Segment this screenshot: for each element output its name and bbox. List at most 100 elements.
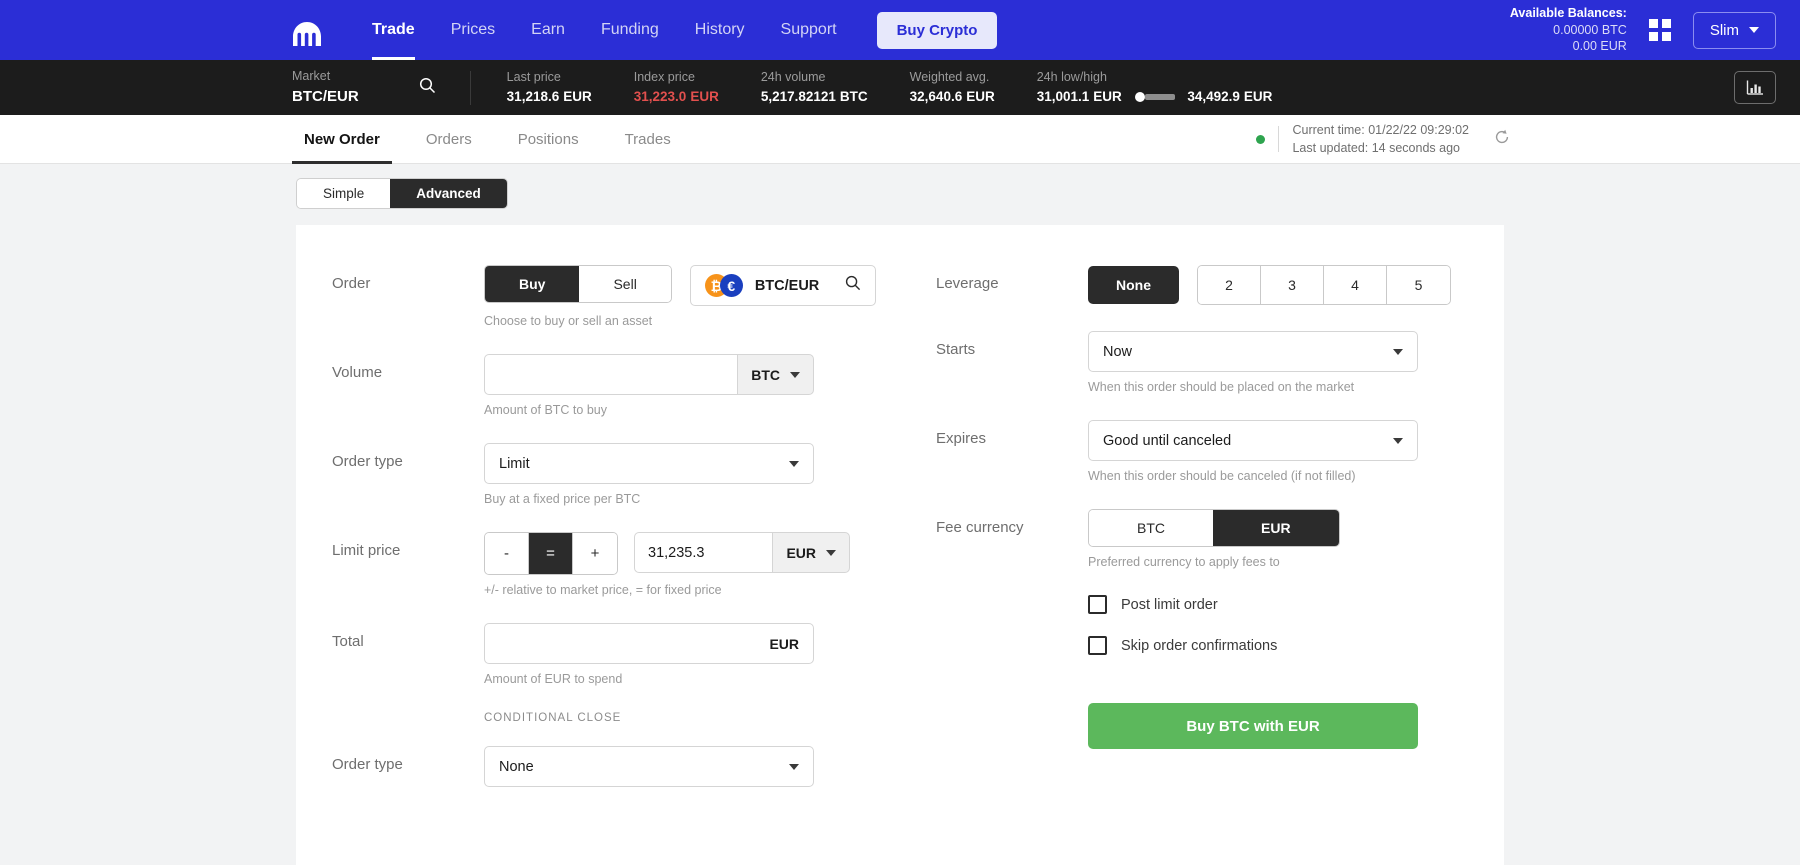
- fee-currency-eur-button[interactable]: EUR: [1213, 510, 1339, 546]
- range-track: [1144, 94, 1175, 101]
- market-label: Market: [292, 68, 331, 83]
- tab-positions[interactable]: Positions: [506, 115, 591, 164]
- apps-grid-icon[interactable]: [1648, 19, 1671, 41]
- status-divider: [1278, 126, 1280, 152]
- stat-weighted-avg-number: 32,640.6: [909, 88, 963, 104]
- starts-value: Now: [1103, 343, 1133, 360]
- leverage-row: Leverage None 2 3 4 5: [936, 265, 1468, 305]
- total-hint: Amount of EUR to spend: [484, 672, 623, 686]
- leverage-option-5[interactable]: 5: [1387, 266, 1450, 304]
- nav-link-history[interactable]: History: [677, 0, 763, 60]
- limit-price-plus-button[interactable]: +: [573, 533, 617, 574]
- order-side-hint: Choose to buy or sell an asset: [484, 314, 653, 328]
- conditional-close-order-type-select[interactable]: None: [484, 746, 814, 787]
- conditional-close-order-type-field: None: [484, 746, 900, 787]
- skip-order-confirmations-row[interactable]: Skip order confirmations: [1088, 636, 1468, 655]
- status-text-group: Current time: 01/22/22 09:29:02 Last upd…: [1292, 121, 1469, 157]
- order-options-field: Post limit order Skip order confirmation…: [1088, 595, 1468, 749]
- pair-selector[interactable]: ₿ € BTC/EUR: [689, 265, 877, 306]
- limit-price-field: - = + EUR +/- relative to market p: [484, 532, 900, 597]
- tab-trades[interactable]: Trades: [613, 115, 683, 164]
- nav-link-prices-label: Prices: [450, 21, 496, 38]
- buy-crypto-button[interactable]: Buy Crypto: [876, 11, 998, 49]
- starts-field: Now When this order should be placed on …: [1088, 331, 1468, 394]
- stat-24h-volume-unit: BTC: [839, 88, 868, 104]
- search-icon[interactable]: [419, 77, 436, 99]
- ticker-inner: Market BTC/EUR Last price 31,218.6 EUR In…: [292, 67, 1314, 108]
- kraken-logo-icon[interactable]: [290, 13, 324, 47]
- bar-chart-icon: [1746, 80, 1763, 95]
- leverage-option-3[interactable]: 3: [1261, 266, 1324, 304]
- chart-toggle-button[interactable]: [1734, 71, 1776, 104]
- starts-select[interactable]: Now: [1088, 331, 1418, 372]
- order-tabs-bar: New Order Orders Positions Trades Curren…: [0, 115, 1800, 164]
- market-selector[interactable]: Market BTC/EUR: [292, 67, 436, 108]
- conditional-close-order-type-row: Order type None: [332, 746, 900, 787]
- tab-orders[interactable]: Orders: [414, 115, 484, 164]
- nav-link-support[interactable]: Support: [763, 0, 855, 60]
- last-updated-text: Last updated: 14 seconds ago: [1292, 141, 1460, 155]
- buy-button[interactable]: Buy: [485, 266, 580, 302]
- limit-price-currency-dropdown[interactable]: EUR: [772, 532, 850, 573]
- post-limit-order-label: Post limit order: [1121, 596, 1218, 613]
- volume-currency-dropdown[interactable]: BTC: [737, 354, 814, 395]
- account-menu-label: Slim: [1709, 21, 1739, 39]
- submit-order-button[interactable]: Buy BTC with EUR: [1088, 703, 1418, 749]
- account-menu-button[interactable]: Slim: [1692, 11, 1776, 49]
- nav-links-group: Trade Prices Earn Funding History Suppor…: [290, 0, 998, 60]
- volume-field: BTC Amount of BTC to buy: [484, 354, 900, 417]
- leverage-none-button[interactable]: None: [1088, 266, 1179, 304]
- skip-order-confirmations-checkbox[interactable]: [1088, 636, 1107, 655]
- fee-currency-toggle: BTC EUR: [1088, 509, 1340, 547]
- volume-input-group: BTC: [484, 354, 814, 395]
- order-type-select[interactable]: Limit: [484, 443, 814, 484]
- limit-price-currency-label: EUR: [786, 544, 816, 561]
- limit-price-minus-button[interactable]: -: [485, 533, 529, 574]
- volume-input[interactable]: [484, 354, 738, 395]
- refresh-icon[interactable]: [1494, 129, 1510, 150]
- mode-advanced-button[interactable]: Advanced: [390, 179, 507, 208]
- leverage-option-2[interactable]: 2: [1198, 266, 1261, 304]
- nav-link-funding[interactable]: Funding: [583, 0, 677, 60]
- tab-new-order[interactable]: New Order: [292, 115, 392, 164]
- limit-price-equals-button[interactable]: =: [529, 533, 573, 574]
- tab-new-order-label: New Order: [304, 130, 380, 148]
- post-limit-order-checkbox[interactable]: [1088, 595, 1107, 614]
- limit-price-input[interactable]: [634, 532, 773, 573]
- nav-link-earn[interactable]: Earn: [513, 0, 583, 60]
- high-price-number: 34,492.9: [1187, 88, 1240, 104]
- market-ticker-bar: Market BTC/EUR Last price 31,218.6 EUR In…: [0, 60, 1800, 115]
- status-indicator-dot: [1256, 134, 1266, 144]
- nav-link-trade[interactable]: Trade: [354, 0, 433, 60]
- expires-select[interactable]: Good until canceled: [1088, 420, 1418, 461]
- range-handle: [1134, 92, 1145, 103]
- nav-link-prices[interactable]: Prices: [433, 0, 513, 60]
- order-form-right-column: Leverage None 2 3 4 5 Starts Now When th…: [900, 265, 1468, 845]
- low-price-number: 31,001.1: [1036, 88, 1090, 104]
- expires-hint: When this order should be canceled (if n…: [1088, 469, 1356, 483]
- post-limit-order-row[interactable]: Post limit order: [1088, 595, 1468, 614]
- skip-order-confirmations-label: Skip order confirmations: [1121, 637, 1278, 654]
- mode-simple-button[interactable]: Simple: [297, 179, 391, 208]
- order-type-field: Limit Buy at a fixed price per BTC: [484, 443, 900, 506]
- pair-search-icon[interactable]: [845, 275, 861, 296]
- sell-button[interactable]: Sell: [579, 266, 671, 302]
- conditional-close-order-type-value: None: [499, 758, 534, 775]
- fee-currency-hint: Preferred currency to apply fees to: [1088, 555, 1280, 569]
- fee-currency-btc-button[interactable]: BTC: [1089, 510, 1213, 546]
- fee-currency-field: BTC EUR Preferred currency to apply fees…: [1088, 509, 1468, 569]
- leverage-option-4[interactable]: 4: [1324, 266, 1387, 304]
- market-block: Market BTC/EUR: [292, 67, 359, 108]
- balance-eur: 0.00 EUR: [1572, 39, 1627, 54]
- expires-value: Good until canceled: [1103, 432, 1232, 449]
- nav-link-funding-label: Funding: [600, 21, 659, 38]
- conditional-close-heading: Conditional close: [484, 712, 622, 724]
- order-type-hint: Buy at a fixed price per BTC: [484, 492, 641, 506]
- limit-price-mode-stepper: - = +: [484, 532, 618, 575]
- nav-link-support-label: Support: [780, 21, 837, 38]
- current-time-text: Current time: 01/22/22 09:29:02: [1292, 122, 1469, 137]
- high-price-unit: EUR: [1243, 88, 1273, 104]
- stat-last-price-value: 31,218.6 EUR: [507, 87, 592, 107]
- total-input-group[interactable]: EUR: [484, 623, 814, 664]
- stat-weighted-avg-label: Weighted avg.: [909, 70, 990, 84]
